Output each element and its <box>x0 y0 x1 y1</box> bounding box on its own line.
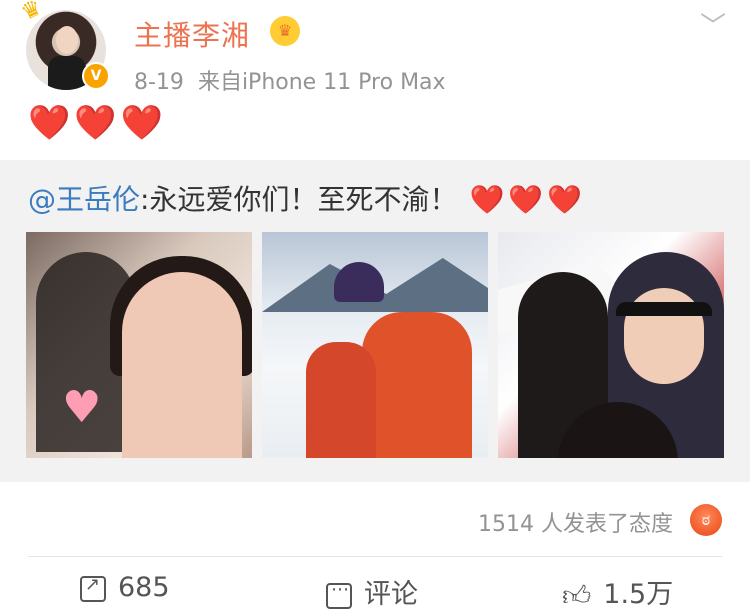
photo-couple-selfie[interactable]: ♥ <box>26 232 252 458</box>
photo-family-boat[interactable] <box>498 232 724 458</box>
like-button[interactable]: 👍︎ 1.5万 <box>562 572 673 613</box>
mention-link[interactable]: @王岳伦 <box>28 183 140 216</box>
divider <box>28 556 722 557</box>
comment-button[interactable]: 评论 <box>326 572 418 611</box>
repost-hearts: ❤️❤️❤️ <box>469 183 587 216</box>
repost-message: :永远爱你们！至死不渝！ <box>140 183 458 216</box>
photo-family-ski[interactable] <box>262 232 488 458</box>
share-count: 685 <box>118 572 170 603</box>
angry-face-icon[interactable]: ಠ <box>690 504 722 536</box>
verified-badge-icon: V <box>82 62 110 90</box>
post-source[interactable]: 来自iPhone 11 Pro Max <box>198 70 446 95</box>
thumbs-up-icon: 👍︎ <box>562 578 592 612</box>
reactions-summary[interactable]: 1514 人发表了态度 <box>478 506 673 538</box>
comment-label: 评论 <box>364 579 418 610</box>
comment-icon <box>326 579 352 609</box>
username[interactable]: 主播李湘 <box>134 14 250 54</box>
chevron-down-icon[interactable]: ﹀ <box>700 14 726 40</box>
vip-crown-icon[interactable]: ♛ <box>270 16 300 46</box>
post-text: ❤️❤️❤️ <box>28 103 168 143</box>
like-count: 1.5万 <box>603 579 674 610</box>
repost-text: @王岳伦:永远爱你们！至死不渝！ ❤️❤️❤️ <box>28 178 586 218</box>
post-meta: 8-19 来自iPhone 11 Pro Max <box>134 64 460 96</box>
post-date: 8-19 <box>134 70 184 95</box>
heart-sticker-icon: ♥ <box>62 382 102 433</box>
share-icon <box>80 574 106 602</box>
share-button[interactable]: 685 <box>80 572 170 603</box>
